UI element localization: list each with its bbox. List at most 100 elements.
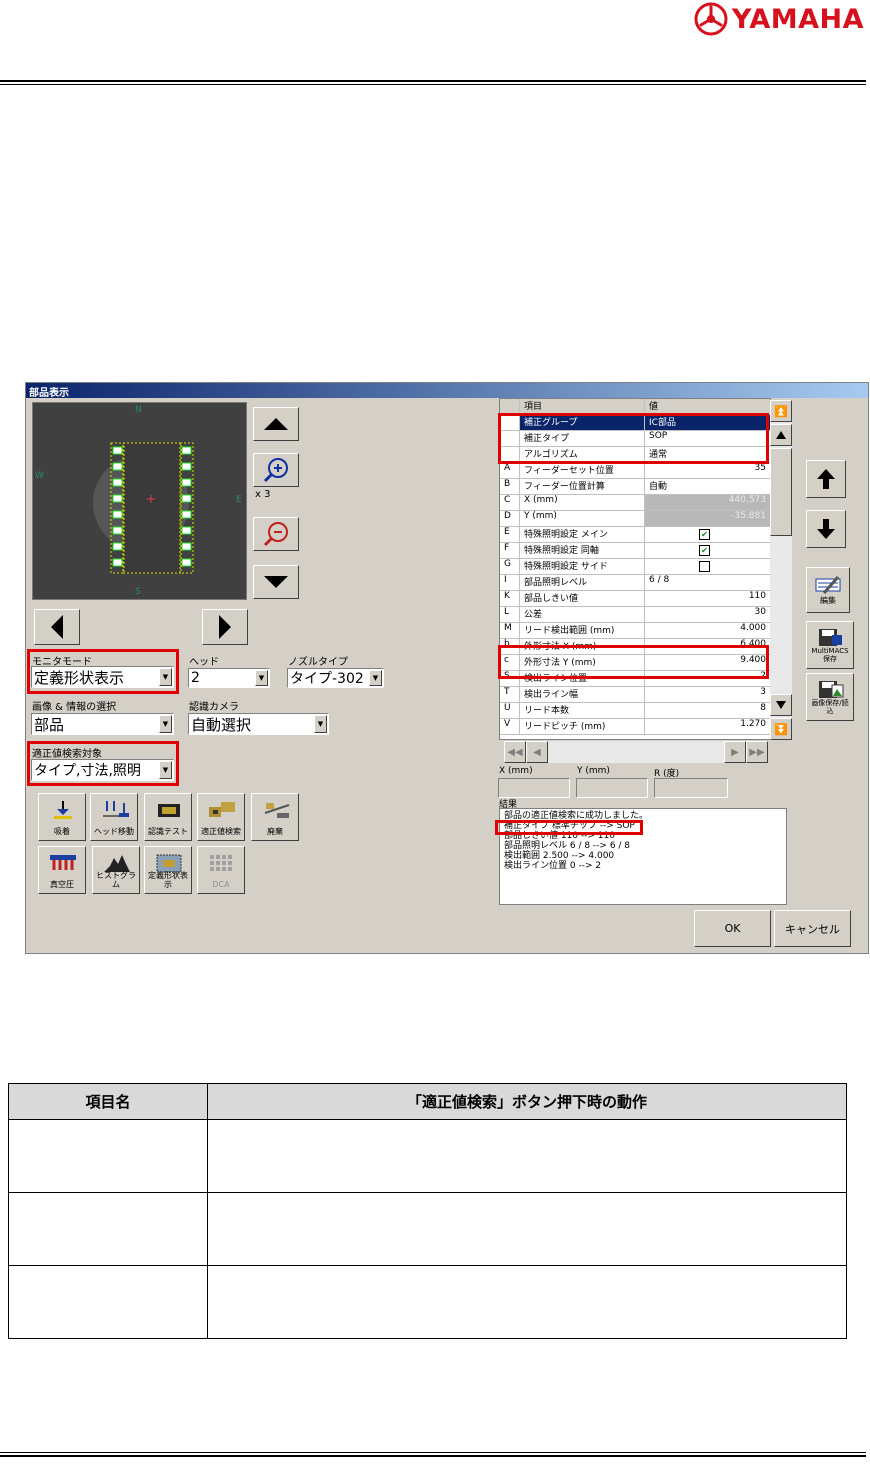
pickup-button[interactable]: 吸着 [38,793,86,841]
grid-row-value[interactable]: 8 [645,703,770,718]
move-left-button[interactable] [34,609,80,645]
checkbox-checked-icon[interactable]: ✔ [699,529,710,540]
scroll-up-button[interactable] [770,424,792,446]
checkbox-checked-icon[interactable]: ✔ [699,545,710,556]
camera-view: N S W E [32,402,247,600]
grid-row-value[interactable]: 30 [645,607,770,622]
grid-row-value[interactable]: -35.881 [645,511,770,526]
grid-row-value[interactable]: 440.573 [645,495,770,510]
grid-row-key: B [500,479,520,494]
result-line: 部品照明レベル 6 / 8 --> 6 / 8 [504,841,631,851]
multimacs-save-button[interactable]: MultiMACS保存 [806,621,854,669]
grid-row[interactable]: CX (mm) 440.573 [500,495,770,511]
zoom-out-button[interactable] [253,517,299,551]
table-cell [8,1192,208,1266]
grid-row-value[interactable]: 3 [645,687,770,702]
scroll-first-button[interactable]: ◀◀ [504,741,526,763]
grid-row-value[interactable]: 1.270 [645,719,770,734]
discard-label: 廃棄 [267,827,283,836]
image-info-select[interactable]: 部品 ▼ [31,713,174,735]
grid-row-value[interactable]: 110 [645,591,770,606]
nozzle-type-label: ノズルタイプ [288,657,348,668]
grid-row[interactable]: DY (mm) -35.881 [500,511,770,527]
optimal-search-button[interactable]: 適正値検索 [197,793,245,841]
double-right-icon: ▶▶ [749,746,765,758]
grid-row[interactable]: G 特殊照明設定 サイド [500,559,770,575]
move-up-button[interactable] [253,407,299,441]
chevron-down-icon: ▼ [255,670,268,686]
double-down-icon: ⏬ [774,722,788,736]
grid-row-value[interactable] [645,559,770,574]
grid-row[interactable]: K 部品しきい値 110 [500,591,770,607]
grid-row-value[interactable]: 35 [645,463,770,478]
camera-select[interactable]: 自動選択 ▼ [188,713,329,735]
grid-row[interactable]: V リードピッチ (mm) 1.270 [500,719,770,735]
grid-row[interactable]: F 特殊照明設定 同軸 ✔ [500,543,770,559]
grid-hscrollbar[interactable]: ◀◀ ◀ ▶ ▶▶ [504,741,768,763]
head-select[interactable]: 2 ▼ [188,668,270,688]
edit-button[interactable]: 編集 [806,567,850,613]
move-up-arrow-button[interactable] [806,460,846,498]
ok-button[interactable]: OK [694,910,771,947]
cancel-button[interactable]: キャンセル [774,910,851,947]
grid-row[interactable]: E 特殊照明設定 メイン ✔ [500,527,770,543]
scroll-bottom-button[interactable]: ⏬ [770,718,792,740]
image-save-load-button[interactable]: 画像保存/読込 [806,673,854,721]
grid-row-item: X (mm) [520,495,645,510]
grid-row[interactable]: L 公差 30 [500,607,770,623]
grid-row-value[interactable]: 自動 [645,479,770,494]
table-row [8,1265,847,1339]
grid-row-value[interactable]: ✔ [645,527,770,542]
grid-row[interactable]: T 検出ライン幅 3 [500,687,770,703]
vacuum-button[interactable]: 真空圧 [38,846,86,894]
grid-row-item: Y (mm) [520,511,645,526]
scroll-thumb[interactable] [770,448,792,536]
shape-display-button[interactable]: 定義形状表示 [144,846,192,894]
grid-scrollbar[interactable]: ⏫ ⏬ [770,400,792,740]
scroll-last-button[interactable]: ▶▶ [746,741,768,763]
grid-row-item: 公差 [520,607,645,622]
arrow-down-icon [817,519,835,539]
grid-row-item: 部品しきい値 [520,591,645,606]
head-move-button[interactable]: ヘッド移動 [90,793,138,841]
grid-row[interactable]: U リード本数 8 [500,703,770,719]
recognition-test-button[interactable]: 認識テスト [144,793,192,841]
grid-row[interactable]: A フィーダーセット位置 35 [500,463,770,479]
grid-row-key: V [500,719,520,734]
checkbox-unchecked-icon[interactable] [699,561,710,572]
grid-row-item: 特殊照明設定 同軸 [520,543,645,558]
grid-row[interactable]: I 部品照明レベル 6 / 8 [500,575,770,591]
move-right-button[interactable] [202,609,248,645]
scroll-down-button[interactable] [770,694,792,716]
grid-header-item: 項目 [520,399,645,414]
triangle-down-icon [264,576,288,588]
grid-row[interactable]: B フィーダー位置計算 自動 [500,479,770,495]
coord-x-field [498,778,570,798]
scroll-right-button[interactable]: ▶ [724,741,746,763]
grid-row-value[interactable]: 4.000 [645,623,770,638]
move-down-arrow-button[interactable] [806,510,846,548]
grid-row-value[interactable]: ✔ [645,543,770,558]
coord-y-label: Y (mm) [577,766,610,776]
grid-row[interactable]: M リード検出範囲 (mm) 4.000 [500,623,770,639]
dca-grid-icon [210,855,232,871]
tuning-fork-logo-icon [694,2,728,36]
scroll-left-button[interactable]: ◀ [526,741,548,763]
table-row [8,1119,847,1193]
header-rule-thin [0,84,866,85]
chip-icon [158,804,180,817]
footer-rule-thick [0,1455,866,1457]
scroll-top-button[interactable]: ⏫ [770,400,792,422]
nozzle-type-value: タイプ-302 [290,671,364,687]
histogram-button[interactable]: ヒストグラム [92,846,140,894]
grid-value-text: 110 [748,591,766,601]
zoom-in-button[interactable] [253,453,299,487]
move-down-button[interactable] [253,565,299,599]
grid-value-text: 35 [754,463,766,473]
grid-row-value[interactable]: 6 / 8 [645,575,770,590]
triangle-left-icon: ◀ [533,746,541,758]
discard-button[interactable]: 廃棄 [251,793,299,841]
dca-button[interactable]: DCA [197,846,245,894]
grid-value-text: 自動 [649,482,668,492]
nozzle-type-select[interactable]: タイプ-302 ▼ [287,668,384,688]
